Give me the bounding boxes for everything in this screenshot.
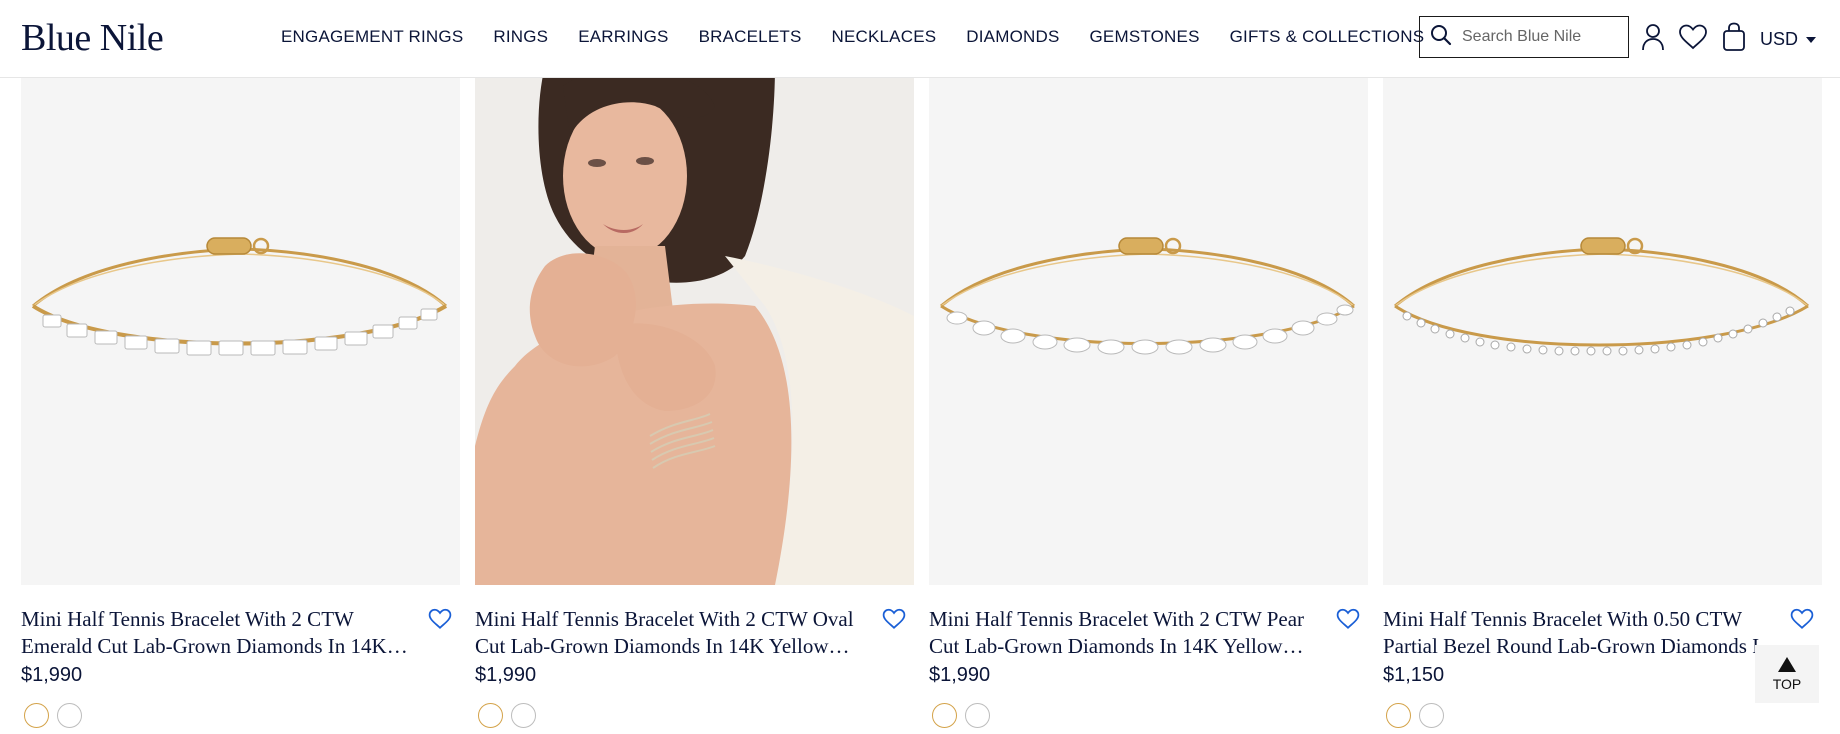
currency-selector[interactable]: USD	[1760, 29, 1817, 50]
product-card: Mini Half Tennis Bracelet With 2 CTW Ova…	[475, 66, 914, 728]
favorite-heart-icon[interactable]	[882, 608, 906, 635]
favorite-heart-icon[interactable]	[1790, 608, 1814, 635]
product-title[interactable]: Mini Half Tennis Bracelet With 0.50 CTW …	[1383, 606, 1783, 660]
product-price: $1,990	[21, 664, 83, 686]
metal-swatches	[24, 703, 82, 728]
search-box	[1419, 16, 1629, 58]
product-title[interactable]: Mini Half Tennis Bracelet With 2 CTW Eme…	[21, 606, 421, 660]
account-icon[interactable]	[1638, 22, 1668, 52]
swatch-white-gold[interactable]	[965, 703, 990, 728]
main-nav: ENGAGEMENT RINGS RINGS EARRINGS BRACELET…	[281, 27, 1424, 47]
product-title-row: Mini Half Tennis Bracelet With 2 CTW Pea…	[929, 606, 1368, 660]
product-image-bracelet-emerald-cut[interactable]	[21, 66, 460, 585]
product-title[interactable]: Mini Half Tennis Bracelet With 2 CTW Pea…	[929, 606, 1329, 660]
site-logo[interactable]: Blue Nile	[21, 16, 164, 60]
nav-necklaces[interactable]: NECKLACES	[832, 27, 937, 47]
nav-earrings[interactable]: EARRINGS	[578, 27, 668, 47]
wishlist-heart-icon[interactable]	[1678, 22, 1708, 52]
nav-gifts-collections[interactable]: GIFTS & COLLECTIONS	[1230, 27, 1425, 47]
nav-gemstones[interactable]: GEMSTONES	[1090, 27, 1200, 47]
product-image-model-wearing-bracelets[interactable]	[475, 66, 914, 585]
product-card: Mini Half Tennis Bracelet With 2 CTW Pea…	[929, 66, 1368, 728]
search-input[interactable]	[1462, 28, 1622, 46]
back-to-top-label: TOP	[1772, 675, 1802, 692]
metal-swatches	[1386, 703, 1444, 728]
swatch-white-gold[interactable]	[511, 703, 536, 728]
nav-diamonds[interactable]: DIAMONDS	[966, 27, 1059, 47]
currency-label: USD	[1760, 29, 1799, 49]
nav-rings[interactable]: RINGS	[493, 27, 548, 47]
product-price: $1,150	[1383, 664, 1445, 686]
product-title[interactable]: Mini Half Tennis Bracelet With 2 CTW Ova…	[475, 606, 875, 660]
swatch-yellow-gold[interactable]	[24, 703, 49, 728]
arrow-up-icon	[1778, 656, 1796, 672]
product-image-bracelet-pear-cut[interactable]	[929, 66, 1368, 585]
favorite-heart-icon[interactable]	[1336, 608, 1360, 635]
chevron-down-icon	[1806, 36, 1817, 43]
metal-swatches	[932, 703, 990, 728]
shopping-bag-icon[interactable]	[1719, 22, 1749, 52]
metal-swatches	[478, 703, 536, 728]
nav-bracelets[interactable]: BRACELETS	[699, 27, 802, 47]
back-to-top-button[interactable]: TOP	[1755, 645, 1819, 703]
swatch-white-gold[interactable]	[57, 703, 82, 728]
site-header: Blue Nile ENGAGEMENT RINGS RINGS EARRING…	[0, 0, 1840, 78]
product-title-row: Mini Half Tennis Bracelet With 2 CTW Ova…	[475, 606, 914, 660]
product-title-row: Mini Half Tennis Bracelet With 2 CTW Eme…	[21, 606, 460, 660]
swatch-yellow-gold[interactable]	[1386, 703, 1411, 728]
product-price: $1,990	[475, 664, 537, 686]
search-icon[interactable]	[1430, 24, 1452, 51]
swatch-yellow-gold[interactable]	[932, 703, 957, 728]
product-image-bracelet-round-bezel[interactable]	[1383, 66, 1822, 585]
product-card: Mini Half Tennis Bracelet With 2 CTW Eme…	[21, 66, 460, 728]
favorite-heart-icon[interactable]	[428, 608, 452, 635]
product-price: $1,990	[929, 664, 991, 686]
swatch-white-gold[interactable]	[1419, 703, 1444, 728]
swatch-yellow-gold[interactable]	[478, 703, 503, 728]
product-card: Mini Half Tennis Bracelet With 0.50 CTW …	[1383, 66, 1822, 728]
nav-engagement-rings[interactable]: ENGAGEMENT RINGS	[281, 27, 463, 47]
